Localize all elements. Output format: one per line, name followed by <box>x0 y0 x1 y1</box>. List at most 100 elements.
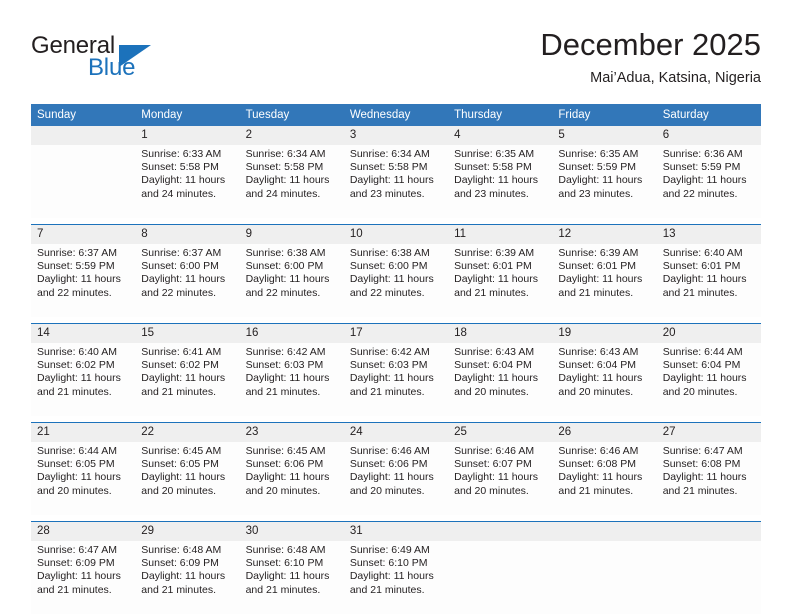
day-cell[interactable]: Sunrise: 6:47 AM Sunset: 6:09 PM Daylight:… <box>31 541 136 614</box>
day-cell[interactable]: Sunrise: 6:42 AM Sunset: 6:03 PM Daylight:… <box>343 343 449 416</box>
day-sunset-text: Sunset: 6:00 PM <box>141 260 219 273</box>
day-number[interactable]: 24 <box>343 422 449 442</box>
day-cell[interactable]: Sunrise: 6:37 AM Sunset: 5:59 PM Daylight:… <box>31 244 136 317</box>
day-daylight-1-text: Daylight: 11 hours <box>662 372 747 385</box>
day-cell[interactable]: Sunrise: 6:46 AM Sunset: 6:07 PM Daylight:… <box>448 442 553 515</box>
day-cell[interactable]: Sunrise: 6:46 AM Sunset: 6:08 PM Daylight:… <box>552 442 657 515</box>
day-cell[interactable]: Sunrise: 6:39 AM Sunset: 6:01 PM Daylight:… <box>448 244 553 317</box>
day-number[interactable]: 11 <box>448 224 553 244</box>
day-daylight-2-text: and 22 minutes. <box>349 286 425 299</box>
day-cell[interactable]: Sunrise: 6:34 AM Sunset: 5:58 PM Daylight:… <box>239 145 344 218</box>
day-cell[interactable]: Sunrise: 6:44 AM Sunset: 6:04 PM Daylight:… <box>656 343 761 416</box>
day-number[interactable]: 18 <box>448 323 553 343</box>
day-number[interactable]: 3 <box>343 126 449 145</box>
day-daylight-1-text: Daylight: 11 hours <box>37 372 121 385</box>
day-number[interactable]: 2 <box>239 126 344 145</box>
day-cell[interactable]: Sunrise: 6:35 AM Sunset: 5:58 PM Daylight:… <box>448 145 553 218</box>
day-cell[interactable]: Sunrise: 6:35 AM Sunset: 5:59 PM Daylight:… <box>552 145 657 218</box>
day-number[interactable]: 14 <box>31 323 136 343</box>
day-cell[interactable]: Sunrise: 6:33 AM Sunset: 5:58 PM Daylight:… <box>135 145 240 218</box>
week-daynumber-row: 21 22 23 24 25 26 27 <box>31 422 761 442</box>
day-sunrise-text: Sunrise: 6:48 AM <box>141 544 222 556</box>
day-cell[interactable]: Sunrise: 6:45 AM Sunset: 6:06 PM Daylight:… <box>239 442 344 515</box>
day-number[interactable]: 7 <box>31 224 136 244</box>
day-cell[interactable]: Sunrise: 6:43 AM Sunset: 6:04 PM Daylight:… <box>552 343 657 416</box>
day-sunset-text: Sunset: 6:06 PM <box>245 458 324 471</box>
week-daynumber-row: 123456 <box>31 126 761 145</box>
day-sunrise-text: Sunrise: 6:45 AM <box>245 445 326 457</box>
day-cell[interactable]: Sunrise: 6:38 AM Sunset: 6:00 PM Daylight:… <box>239 244 344 317</box>
day-cell[interactable]: Sunrise: 6:42 AM Sunset: 6:03 PM Daylight:… <box>239 343 344 416</box>
day-cell[interactable]: Sunrise: 6:37 AM Sunset: 6:00 PM Daylight:… <box>135 244 240 317</box>
day-sunrise-text: Sunrise: 6:47 AM <box>662 445 743 457</box>
day-number[interactable]: 31 <box>343 521 449 541</box>
day-sunrise-text: Sunrise: 6:42 AM <box>245 346 326 358</box>
day-sunrise-text: Sunrise: 6:35 AM <box>454 148 535 160</box>
weekday-header-row: Sunday Monday Tuesday Wednesday Thursday… <box>31 104 761 126</box>
day-number[interactable]: 26 <box>552 422 657 442</box>
weekday-header-tuesday: Tuesday <box>239 104 344 126</box>
day-number[interactable]: 27 <box>656 422 761 442</box>
day-daylight-1-text: Daylight: 11 hours <box>454 471 538 484</box>
day-number[interactable]: 25 <box>448 422 553 442</box>
day-sunset-text: Sunset: 6:03 PM <box>245 359 324 372</box>
day-number[interactable]: 22 <box>135 422 240 442</box>
day-number[interactable]: 8 <box>135 224 240 244</box>
day-cell[interactable]: Sunrise: 6:40 AM Sunset: 6:02 PM Daylight:… <box>31 343 136 416</box>
week-detail-row: Sunrise: 6:44 AM Sunset: 6:05 PM Daylight:… <box>31 442 761 515</box>
day-sunset-text: Sunset: 6:04 PM <box>454 359 532 372</box>
weekday-header-friday: Friday <box>552 104 657 126</box>
day-cell[interactable]: Sunrise: 6:36 AM Sunset: 5:59 PM Daylight:… <box>656 145 761 218</box>
day-daylight-1-text: Daylight: 11 hours <box>454 174 538 187</box>
day-number[interactable]: 15 <box>135 323 240 343</box>
day-daylight-2-text: and 23 minutes. <box>349 187 425 200</box>
day-cell[interactable]: Sunrise: 6:41 AM Sunset: 6:02 PM Daylight:… <box>135 343 240 416</box>
day-number[interactable]: 19 <box>552 323 657 343</box>
day-cell[interactable]: Sunrise: 6:49 AM Sunset: 6:10 PM Daylight:… <box>343 541 449 614</box>
day-cell[interactable]: Sunrise: 6:45 AM Sunset: 6:05 PM Daylight:… <box>135 442 240 515</box>
day-sunrise-text: Sunrise: 6:37 AM <box>141 247 222 259</box>
day-cell[interactable]: Sunrise: 6:34 AM Sunset: 5:58 PM Daylight:… <box>343 145 449 218</box>
weekday-header-sunday: Sunday <box>31 104 136 126</box>
day-number[interactable]: 6 <box>656 126 761 145</box>
day-number[interactable]: 9 <box>239 224 344 244</box>
day-number[interactable]: 20 <box>656 323 761 343</box>
day-cell[interactable]: Sunrise: 6:38 AM Sunset: 6:00 PM Daylight:… <box>343 244 449 317</box>
day-number[interactable]: 1 <box>135 126 240 145</box>
day-sunset-text: Sunset: 6:07 PM <box>454 458 532 471</box>
day-cell[interactable]: Sunrise: 6:39 AM Sunset: 6:01 PM Daylight:… <box>552 244 657 317</box>
day-sunset-text: Sunset: 5:58 PM <box>141 161 219 174</box>
day-sunrise-text: Sunrise: 6:43 AM <box>454 346 535 358</box>
day-number[interactable]: 12 <box>552 224 657 244</box>
day-number[interactable]: 23 <box>239 422 344 442</box>
day-number[interactable]: 5 <box>552 126 657 145</box>
day-number[interactable]: 28 <box>31 521 136 541</box>
day-sunrise-text: Sunrise: 6:34 AM <box>349 148 430 160</box>
day-daylight-2-text: and 21 minutes. <box>454 286 529 299</box>
day-sunset-text: Sunset: 6:10 PM <box>245 557 324 570</box>
day-number[interactable]: 17 <box>343 323 449 343</box>
day-number[interactable]: 4 <box>448 126 553 145</box>
day-number[interactable]: 16 <box>239 323 344 343</box>
day-cell[interactable]: Sunrise: 6:48 AM Sunset: 6:09 PM Daylight:… <box>135 541 240 614</box>
day-cell[interactable]: Sunrise: 6:40 AM Sunset: 6:01 PM Daylight:… <box>656 244 761 317</box>
day-cell[interactable]: Sunrise: 6:44 AM Sunset: 6:05 PM Daylight:… <box>31 442 136 515</box>
day-daylight-2-text: and 22 minutes. <box>37 286 112 299</box>
day-number[interactable]: 21 <box>31 422 136 442</box>
day-cell[interactable]: Sunrise: 6:47 AM Sunset: 6:08 PM Daylight:… <box>656 442 761 515</box>
day-number[interactable]: 10 <box>343 224 449 244</box>
location-subtitle: Mai’Adua, Katsina, Nigeria <box>590 70 761 86</box>
day-sunrise-text: Sunrise: 6:47 AM <box>37 544 117 556</box>
day-sunset-text: Sunset: 6:05 PM <box>37 458 115 471</box>
day-sunset-text: Sunset: 5:59 PM <box>558 161 637 174</box>
day-sunrise-text: Sunrise: 6:45 AM <box>141 445 222 457</box>
day-daylight-2-text: and 24 minutes. <box>141 187 216 200</box>
day-number[interactable]: 13 <box>656 224 761 244</box>
day-daylight-2-text: and 21 minutes. <box>662 484 738 497</box>
day-cell[interactable]: Sunrise: 6:46 AM Sunset: 6:06 PM Daylight:… <box>343 442 449 515</box>
day-daylight-1-text: Daylight: 11 hours <box>245 273 330 286</box>
day-cell[interactable]: Sunrise: 6:43 AM Sunset: 6:04 PM Daylight:… <box>448 343 553 416</box>
day-number[interactable]: 30 <box>239 521 344 541</box>
day-cell[interactable]: Sunrise: 6:48 AM Sunset: 6:10 PM Daylight:… <box>239 541 344 614</box>
day-number[interactable]: 29 <box>135 521 240 541</box>
